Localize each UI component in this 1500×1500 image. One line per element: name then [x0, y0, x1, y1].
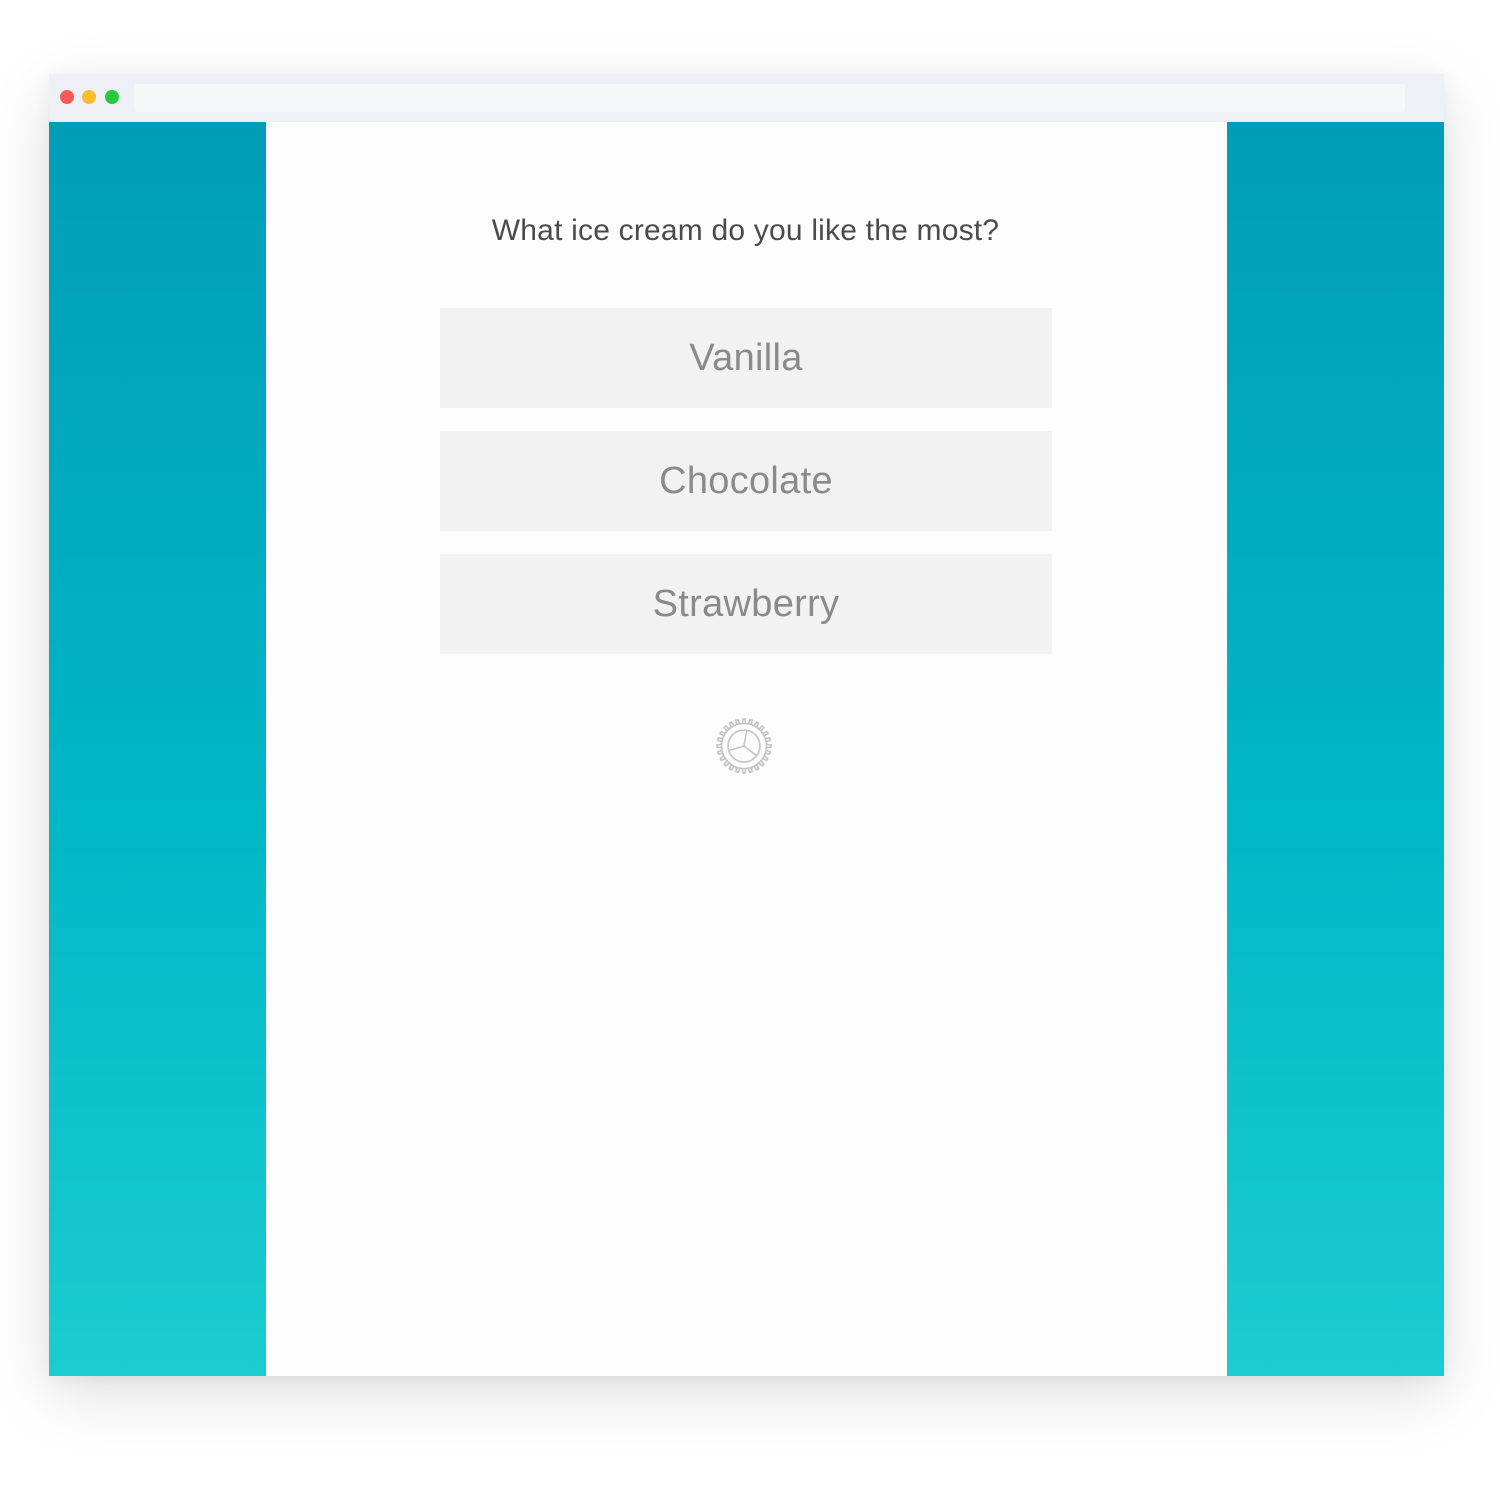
option-vanilla-button[interactable]: Vanilla — [440, 308, 1052, 408]
minimize-window-button[interactable] — [82, 90, 96, 104]
right-side-panel — [1227, 122, 1444, 1376]
address-bar[interactable] — [134, 84, 1405, 112]
gear-icon — [716, 718, 772, 774]
browser-window: What ice cream do you like the most? Van… — [49, 74, 1444, 1376]
browser-titlebar — [49, 74, 1444, 122]
survey-question: What ice cream do you like the most? — [491, 214, 1000, 247]
option-strawberry-button[interactable]: Strawberry — [440, 554, 1052, 654]
maximize-window-button[interactable] — [105, 90, 119, 104]
option-chocolate-button[interactable]: Chocolate — [440, 431, 1052, 531]
left-side-panel — [49, 122, 266, 1376]
survey-content: What ice cream do you like the most? Van… — [266, 122, 1227, 1376]
close-window-button[interactable] — [60, 90, 74, 104]
